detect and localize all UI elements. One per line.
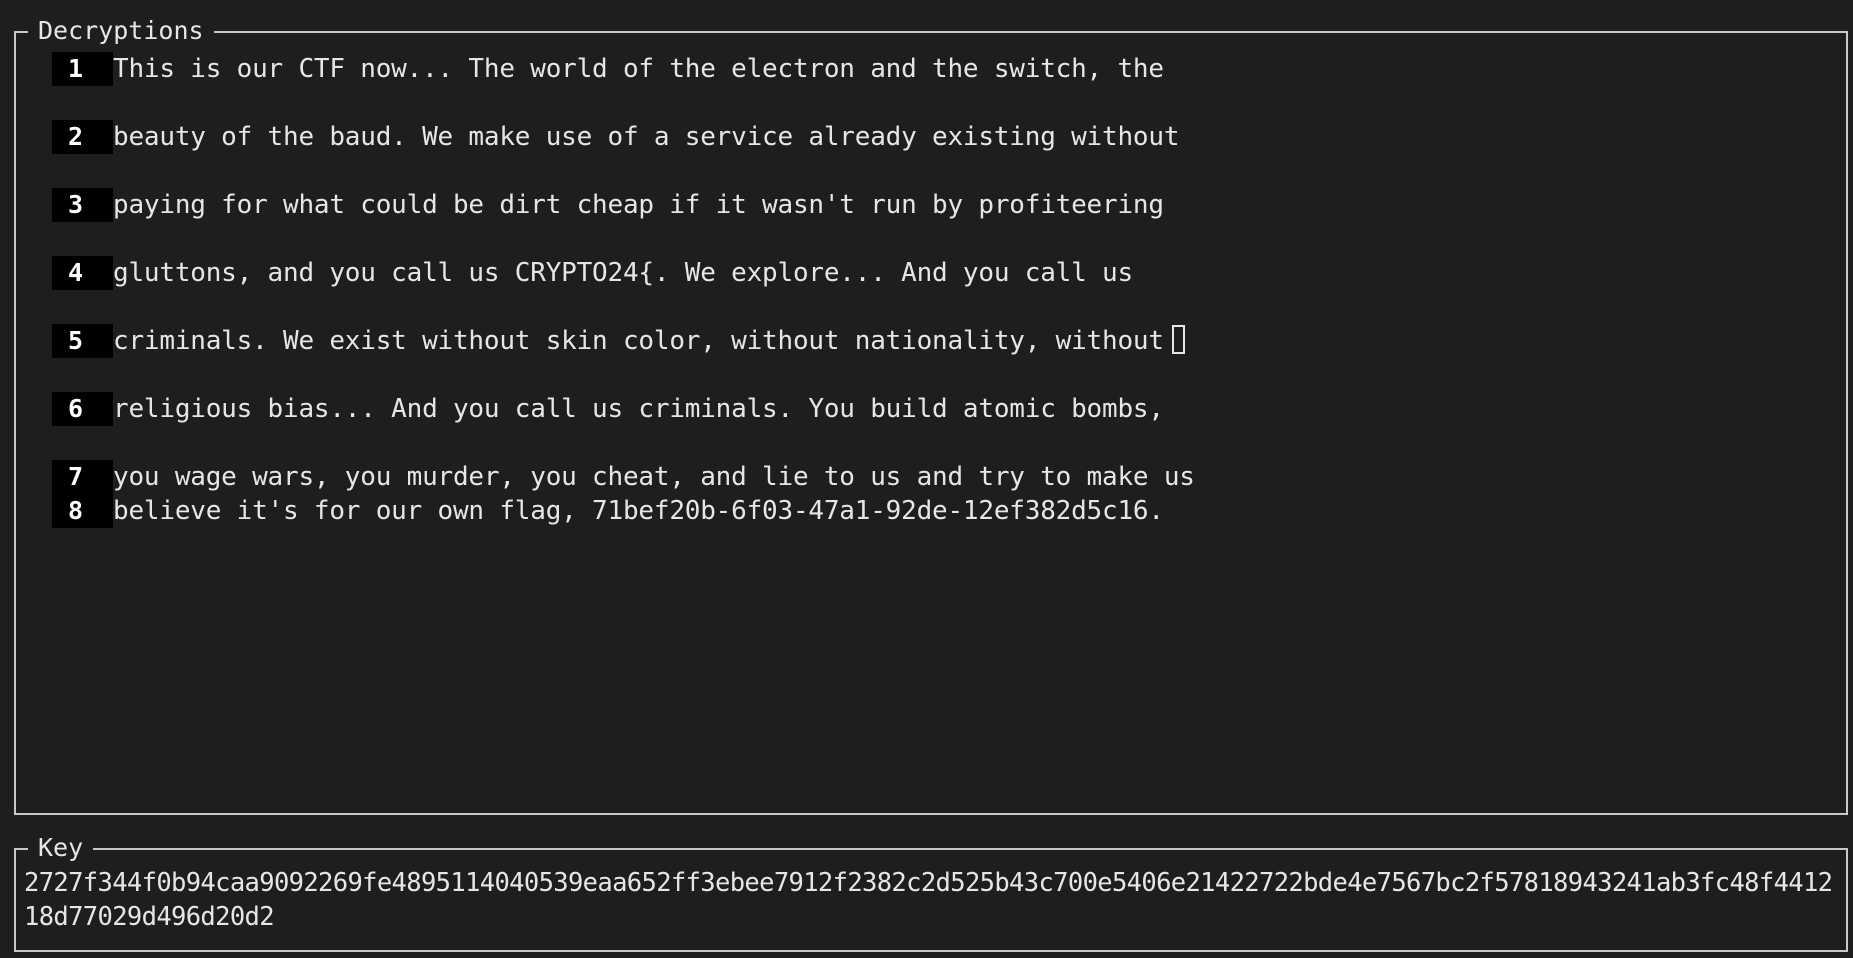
line-text: religious bias... And you call us crimin… xyxy=(113,394,1164,424)
line-number: 8 xyxy=(52,494,113,528)
decryption-line-2[interactable]: 2 beauty of the baud. We make use of a s… xyxy=(52,120,1179,154)
line-text: criminals. We exist without skin color, … xyxy=(113,326,1164,356)
key-panel: Key 2727f344f0b94caa9092269fe48951140405… xyxy=(14,833,1848,952)
line-number: 6 xyxy=(52,392,113,426)
decryption-line-1[interactable]: 1 This is our CTF now... The world of th… xyxy=(52,52,1164,86)
line-text: beauty of the baud. We make use of a ser… xyxy=(113,122,1180,152)
key-title: Key xyxy=(28,833,94,863)
decryption-line-7[interactable]: 7 you wage wars, you murder, you cheat, … xyxy=(52,460,1195,494)
decryption-line-3[interactable]: 3 paying for what could be dirt cheap if… xyxy=(52,188,1164,222)
line-number: 4 xyxy=(52,256,113,290)
key-value[interactable]: 2727f344f0b94caa9092269fe4895114040539ea… xyxy=(24,866,1840,934)
decryption-line-4[interactable]: 4 gluttons, and you call us CRYPTO24{. W… xyxy=(52,256,1133,290)
text-cursor xyxy=(1171,324,1185,354)
line-text: you wage wars, you murder, you cheat, an… xyxy=(113,462,1195,492)
line-number: 2 xyxy=(52,120,113,154)
line-text: paying for what could be dirt cheap if i… xyxy=(113,190,1164,220)
line-text: gluttons, and you call us CRYPTO24{. We … xyxy=(113,258,1133,288)
decryption-line-8[interactable]: 8 believe it's for our own flag, 71bef20… xyxy=(52,494,1164,528)
line-number: 1 xyxy=(52,52,113,86)
decryption-line-6[interactable]: 6 religious bias... And you call us crim… xyxy=(52,392,1164,426)
line-number: 3 xyxy=(52,188,113,222)
decryptions-panel: Decryptions 1 This is our CTF now... The… xyxy=(14,16,1848,815)
line-number: 7 xyxy=(52,460,113,494)
decryption-line-5[interactable]: 5 criminals. We exist without skin color… xyxy=(52,324,1185,358)
line-number: 5 xyxy=(52,324,113,358)
line-text: This is our CTF now... The world of the … xyxy=(113,54,1164,84)
line-text: believe it's for our own flag, 71bef20b-… xyxy=(113,496,1164,526)
decryptions-title: Decryptions xyxy=(28,16,214,46)
